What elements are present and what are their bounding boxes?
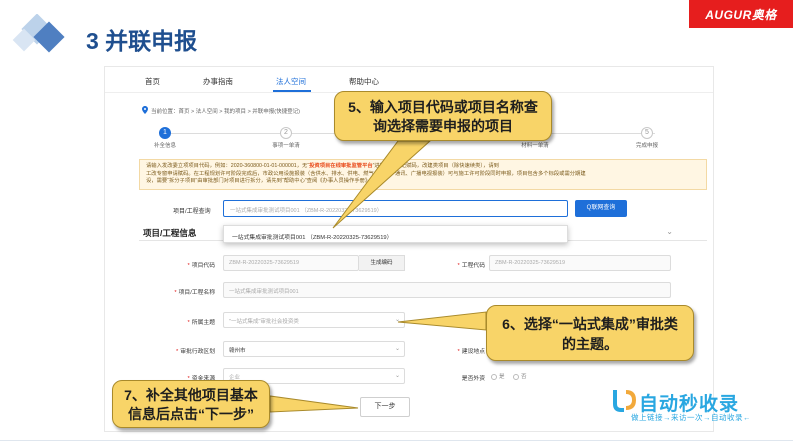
step-2-circle: 2 — [280, 127, 292, 139]
nav-active-underline — [273, 90, 311, 92]
radio-icon — [513, 373, 519, 380]
step-1: 1 补全信息 — [135, 127, 195, 149]
step-1-circle: 1 — [159, 127, 171, 139]
brand-logo: AUGUR奥格 — [689, 0, 793, 28]
step-2: 2 事项一单清 — [256, 127, 316, 149]
nav-item-guide[interactable]: 办事指南 — [203, 76, 233, 87]
slide: 3 并联申报 AUGUR奥格 首页 办事指南 法人空间 帮助中心 当前位置：首页… — [0, 0, 793, 446]
project-name-field[interactable]: 一站式集成审批测试项目001 — [223, 282, 671, 298]
nav-item-home[interactable]: 首页 — [145, 76, 160, 87]
notice-line-3: 设，需要“拆分子项目”由审批部门对项目进行拆分，请先到“帮助中心”查阅《办事人员… — [146, 178, 373, 184]
slide-title: 3 并联申报 — [86, 28, 198, 54]
chevron-down-icon: ⌄ — [395, 346, 401, 352]
callout-step-7: 7、补全其他项目基本信息后点击“下一步” — [112, 380, 270, 428]
notice-banner: 请输入发改委立项项目代码，例如：2020-360800-01-01-000001… — [139, 159, 707, 190]
chevron-down-icon[interactable]: ⌄ — [666, 227, 673, 236]
region-select[interactable]: 赣州市 — [223, 341, 405, 357]
step-1-label: 补全信息 — [153, 143, 176, 149]
generate-code-button[interactable]: 生成编码 — [359, 255, 405, 271]
notice-text: 请输入发改委立项项目代码，例如：2020-360800-01-01-000001… — [146, 163, 308, 169]
theme-label: * 所属主题 — [187, 320, 215, 326]
query-suggestion-dropdown[interactable]: 一站式集成审批测试项目001 （ZBM-R-20220325-73629519） — [223, 225, 568, 243]
callout-step-6: 6、选择“一站式集成”审批类的主题。 — [486, 305, 694, 361]
watermark-subtext: 做上链接→来访一次→自动收录← — [631, 413, 751, 422]
radio-icon — [491, 373, 497, 380]
notice-link[interactable]: 投资项目在线审批监管平台 — [309, 163, 373, 169]
notice-line-1: 请输入发改委立项项目代码，例如：2020-360800-01-01-000001… — [146, 163, 499, 169]
top-nav: 首页 办事指南 法人空间 帮助中心 — [105, 67, 713, 93]
watermark-logo-icon — [613, 390, 637, 412]
location-pin-icon — [142, 106, 148, 114]
breadcrumb: 当前位置：首页 > 法人空间 > 我的项目 > 并联申报(快捷登记) — [151, 109, 300, 115]
radio-no[interactable]: 否 — [513, 372, 527, 380]
foreign-capital-label: 是否外资 — [461, 376, 485, 382]
engineering-code-label: * 工程代码 — [457, 263, 485, 269]
chevron-down-icon: ⌄ — [395, 317, 401, 323]
project-code-field[interactable]: ZBM-R-20220325-73629519 — [223, 255, 359, 271]
project-query-input[interactable]: 一站式集成审批测试项目001 （ZBM-R-20220325-73629519） — [223, 200, 568, 217]
section-title: 项目/工程信息 — [143, 228, 197, 238]
theme-select[interactable]: "一站式集成"审批社会投资类 — [223, 312, 405, 328]
project-name-label: * 项目/工程名称 — [174, 290, 215, 296]
query-label: 项目/工程查询 — [173, 209, 211, 215]
notice-line-2: 工改专窗申请赋码。在工程规划许可阶段完成后，市政公用设施报装（含供水、排水、供电… — [146, 170, 586, 177]
engineering-code-field[interactable]: ZBM-R-20220325-73629519 — [489, 255, 671, 271]
step-5: 5 完成申报 — [617, 127, 677, 149]
nav-item-legal-space[interactable]: 法人空间 — [276, 76, 306, 87]
step-5-circle: 5 — [641, 127, 653, 139]
radio-yes[interactable]: 是 — [491, 372, 505, 380]
bottom-divider — [0, 440, 793, 441]
next-step-button[interactable]: 下一步 — [360, 397, 410, 417]
project-code-label: * 项目代码 — [187, 263, 215, 269]
callout-step-5: 5、输入项目代码或项目名称查询选择需要申报的项目 — [334, 91, 552, 141]
notice-text: ”进行项目登记赋码，改建类项目（除快速续类），请到 — [372, 163, 499, 169]
location-label: * 建设地点 — [457, 349, 485, 355]
network-query-button[interactable]: Q联网查询 — [575, 200, 627, 217]
decorative-diamonds-icon — [12, 14, 65, 53]
chevron-down-icon: ⌄ — [395, 373, 401, 379]
nav-item-help[interactable]: 帮助中心 — [349, 76, 379, 87]
step-5-label: 完成申报 — [635, 143, 658, 149]
region-label: * 审批行政区划 — [175, 349, 215, 355]
step-2-label: 事项一单清 — [272, 143, 300, 149]
step-4-label: 材料一单清 — [521, 143, 549, 149]
